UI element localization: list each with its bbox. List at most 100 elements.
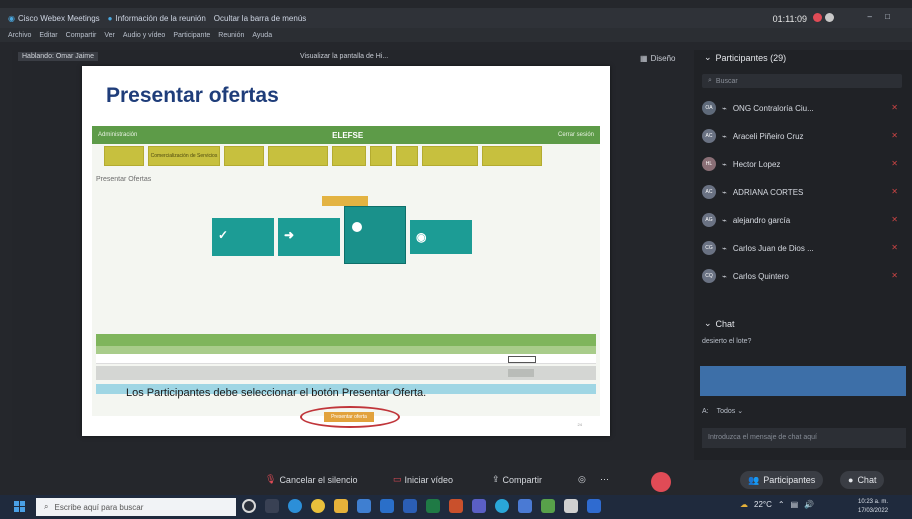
menu-item-archivo[interactable]: Archivo	[8, 32, 31, 39]
menu-item-compartir[interactable]: Compartir	[66, 32, 97, 39]
list-item[interactable]: AC ⌁ ADRIANA CORTES ✕	[702, 178, 906, 206]
muted-icon: ✕	[891, 159, 898, 168]
task-view-icon[interactable]	[265, 499, 279, 513]
chip	[268, 146, 328, 166]
list-item[interactable]: OA ⌁ ONG Contraloría Ciu... ✕	[702, 94, 906, 122]
search-icon: ⌕	[708, 77, 712, 84]
slide-caption: Los Participantes debe seleccionar el bo…	[126, 387, 427, 399]
chat-message: desierto el lote?	[702, 338, 752, 345]
menu-item-reunion[interactable]: Reunión	[218, 32, 244, 39]
share-button[interactable]: ⇪ Compartir	[492, 474, 542, 485]
step-card-arrow: ➜	[278, 218, 340, 256]
slide-title: Presentar ofertas	[106, 84, 279, 107]
participants-header[interactable]: ⌄ Participantes (29)	[704, 52, 786, 63]
process-chips: Comercialización de Servicios	[104, 146, 588, 166]
windows-start-icon[interactable]	[14, 501, 25, 512]
screen-brand: ELEFSE	[332, 130, 364, 140]
app-icon[interactable]	[587, 499, 601, 513]
menu-item-ayuda[interactable]: Ayuda	[252, 32, 272, 39]
teams-icon[interactable]	[472, 499, 486, 513]
muted-icon: ✕	[891, 243, 898, 252]
muted-icon: ✕	[891, 271, 898, 280]
list-item[interactable]: HL ⌁ Hector Lopez ✕	[702, 150, 906, 178]
share-icon: ⇪	[492, 474, 500, 484]
system-tray: ☁ 22°C ⌃ ▤ 🔊	[740, 500, 815, 509]
hide-menu-button[interactable]: Ocultar la barra de menús	[214, 14, 307, 23]
webex-app-icon[interactable]	[495, 499, 509, 513]
search-icon: ⌕	[44, 502, 49, 511]
store-icon[interactable]	[357, 499, 371, 513]
chevron-down-icon: ⌄	[704, 318, 712, 328]
chip	[370, 146, 392, 166]
taskbar-apps	[242, 499, 601, 513]
list-item[interactable]: AC ⌁ Araceli Piñeiro Cruz ✕	[702, 122, 906, 150]
step-card-detail	[344, 206, 406, 264]
list-item[interactable]: CQ ⌁ Carlos Quintero ✕	[702, 262, 906, 290]
shared-slide: Presentar ofertas Administración ELEFSE …	[82, 66, 610, 436]
chevron-down-icon: ⌄	[737, 408, 744, 415]
meeting-info-button[interactable]: ● Información de la reunión	[108, 14, 206, 23]
powerpoint-icon[interactable]	[449, 499, 463, 513]
footer-button	[508, 369, 534, 377]
menu-item-participante[interactable]: Participante	[173, 32, 210, 39]
app-icon[interactable]	[541, 499, 555, 513]
chat-input[interactable]: Introduzca el mensaje de chat aquí	[702, 428, 906, 448]
chevron-down-icon: ⌄	[704, 52, 712, 62]
layout-button[interactable]: ▦ Diseño	[640, 54, 675, 63]
cortana-icon[interactable]	[242, 499, 256, 513]
side-panel: ⌄ Participantes (29) ⌕ Buscar OA ⌁ ONG C…	[694, 50, 912, 460]
layout-icon: ▦	[640, 54, 648, 63]
app-icon[interactable]	[518, 499, 532, 513]
chat-icon: ●	[848, 475, 854, 485]
taskbar-clock[interactable]: 10:23 a. m. 17/03/2022	[858, 498, 888, 516]
chat-header[interactable]: ⌄ Chat	[704, 318, 735, 329]
circle-icon	[352, 222, 362, 232]
mic-muted-icon: 🎙	[265, 474, 277, 484]
webex-icon: ◉	[8, 13, 15, 23]
chip	[482, 146, 542, 166]
explorer-icon[interactable]	[334, 499, 348, 513]
chrome-icon[interactable]	[311, 499, 325, 513]
menu-item-audio-video[interactable]: Audio y vídeo	[123, 32, 165, 39]
menu-item-ver[interactable]: Ver	[104, 32, 115, 39]
maximize-icon[interactable]: □	[885, 12, 890, 21]
list-item[interactable]: AG ⌁ alejandro garcía ✕	[702, 206, 906, 234]
participant-search-input[interactable]: ⌕ Buscar	[702, 74, 902, 88]
mic-status-icon: ⌁	[722, 159, 727, 169]
chevron-up-icon[interactable]: ⌃	[778, 500, 785, 509]
start-video-button[interactable]: ▭ Iniciar vídeo	[393, 474, 453, 485]
table-row	[96, 354, 596, 364]
edge-icon[interactable]	[288, 499, 302, 513]
more-icon: ⋯	[600, 474, 609, 484]
leave-meeting-button[interactable]	[651, 472, 671, 492]
unmute-button[interactable]: 🎙 Cancelar el silencio	[265, 474, 357, 485]
meeting-controls: 🎙 Cancelar el silencio ▭ Iniciar vídeo ⇪…	[0, 469, 912, 491]
excel-icon[interactable]	[426, 499, 440, 513]
list-item[interactable]: CG ⌁ Carlos Juan de Dios ... ✕	[702, 234, 906, 262]
mic-status-icon: ⌁	[722, 187, 727, 197]
network-icon[interactable]: ▤	[791, 500, 799, 509]
word-icon[interactable]	[403, 499, 417, 513]
menu-item-editar[interactable]: Editar	[39, 32, 57, 39]
volume-icon[interactable]: 🔊	[804, 500, 814, 509]
muted-icon: ✕	[891, 103, 898, 112]
share-view-label[interactable]: Visualizar la pantalla de Hi...	[300, 53, 388, 60]
screen-header: Administración ELEFSE Cerrar sesión	[92, 126, 600, 144]
app-icon[interactable]	[564, 499, 578, 513]
participants-button[interactable]: 👥 Participantes	[740, 471, 824, 489]
row-select[interactable]	[508, 356, 536, 363]
table-subheader	[96, 346, 596, 354]
video-off-icon: ▭	[393, 474, 402, 484]
taskbar-search-input[interactable]: ⌕ Escribe aquí para buscar	[36, 498, 236, 516]
minimize-icon[interactable]: –	[868, 12, 872, 21]
slide-number: 24	[577, 422, 582, 427]
mail-icon[interactable]	[380, 499, 394, 513]
more-button[interactable]: ⋯	[600, 474, 609, 485]
play-icon: ◉	[416, 230, 427, 244]
record-button[interactable]: ◎	[578, 474, 586, 485]
chat-recipient[interactable]: A: Todos ⌄	[702, 407, 743, 415]
people-icon: 👥	[748, 474, 760, 485]
table-footer	[96, 366, 596, 380]
weather-icon: ☁	[740, 500, 748, 509]
chat-button[interactable]: ● Chat	[840, 471, 885, 489]
